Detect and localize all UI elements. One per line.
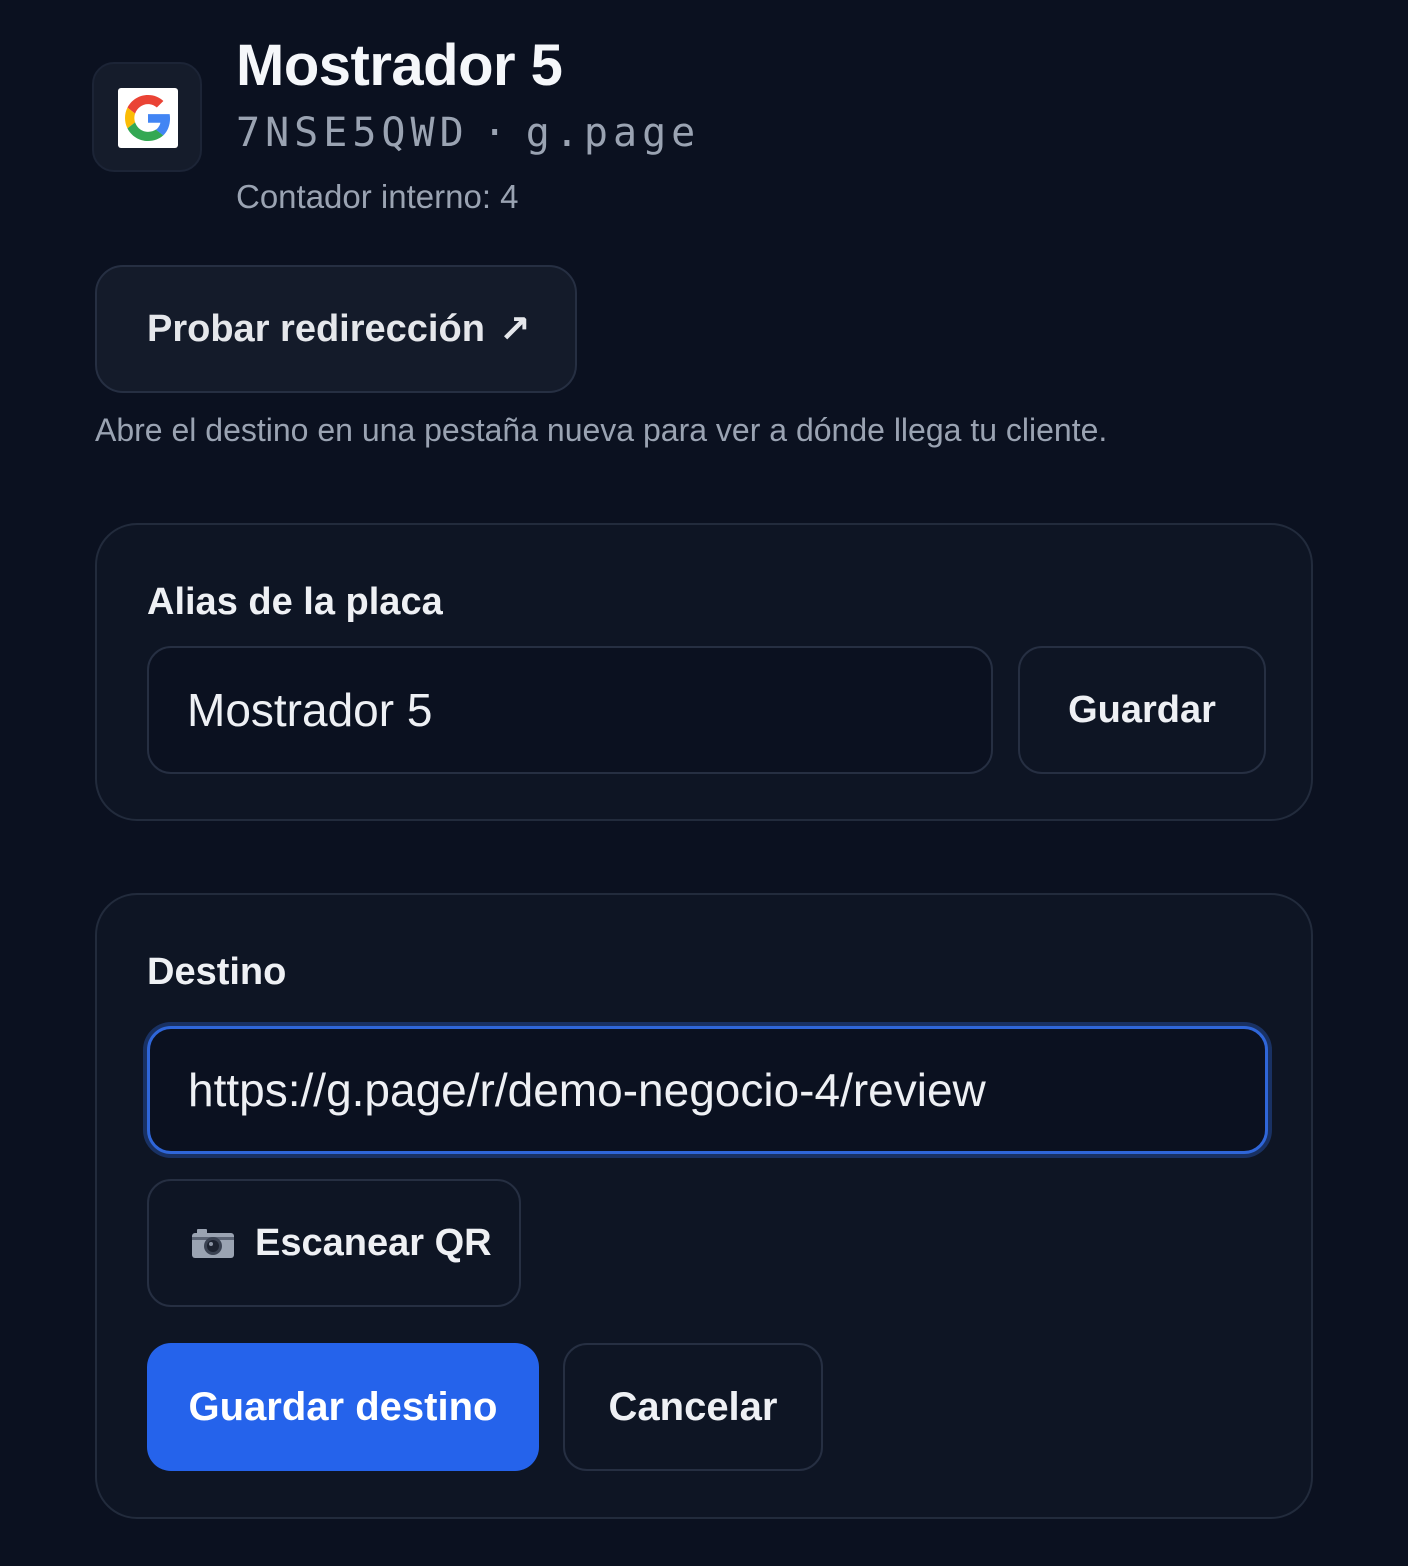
cancel-button[interactable]: Cancelar: [563, 1343, 823, 1471]
test-redirect-label: Probar redirección: [147, 307, 485, 350]
destination-url-input[interactable]: https://g.page/r/demo-negocio-4/review: [147, 1026, 1268, 1154]
destination-label: Destino: [147, 951, 287, 993]
external-link-arrow-icon: ↗: [498, 308, 531, 351]
plate-domain: g.page: [525, 110, 701, 156]
internal-counter: Contador interno: 4: [236, 178, 519, 215]
test-redirect-hint: Abre el destino en una pestaña nueva par…: [95, 412, 1108, 448]
camera-icon: [191, 1227, 235, 1259]
plate-code: 7NSE5QWD: [236, 110, 469, 156]
plate-title: Mostrador 5: [236, 33, 563, 98]
code-separator: ·: [482, 110, 512, 156]
alias-card: Alias de la placa Mostrador 5 Guardar: [95, 523, 1313, 821]
save-alias-button[interactable]: Guardar: [1018, 646, 1266, 774]
alias-input[interactable]: Mostrador 5: [147, 646, 993, 774]
plate-header: Mostrador 5 7NSE5QWD · g.page Contador int…: [92, 30, 1292, 230]
plate-code-line: 7NSE5QWD · g.page: [236, 110, 700, 156]
scan-qr-label: Escanear QR: [255, 1221, 492, 1264]
save-destination-button[interactable]: Guardar destino: [147, 1343, 539, 1471]
alias-label: Alias de la placa: [147, 581, 443, 623]
provider-logo-tile: [92, 62, 202, 172]
test-redirect-button[interactable]: Probar redirección ↗: [95, 265, 577, 393]
destination-card: Destino https://g.page/r/demo-negocio-4/…: [95, 893, 1313, 1519]
scan-qr-button[interactable]: Escanear QR: [147, 1179, 521, 1307]
google-logo-icon: [118, 88, 178, 148]
